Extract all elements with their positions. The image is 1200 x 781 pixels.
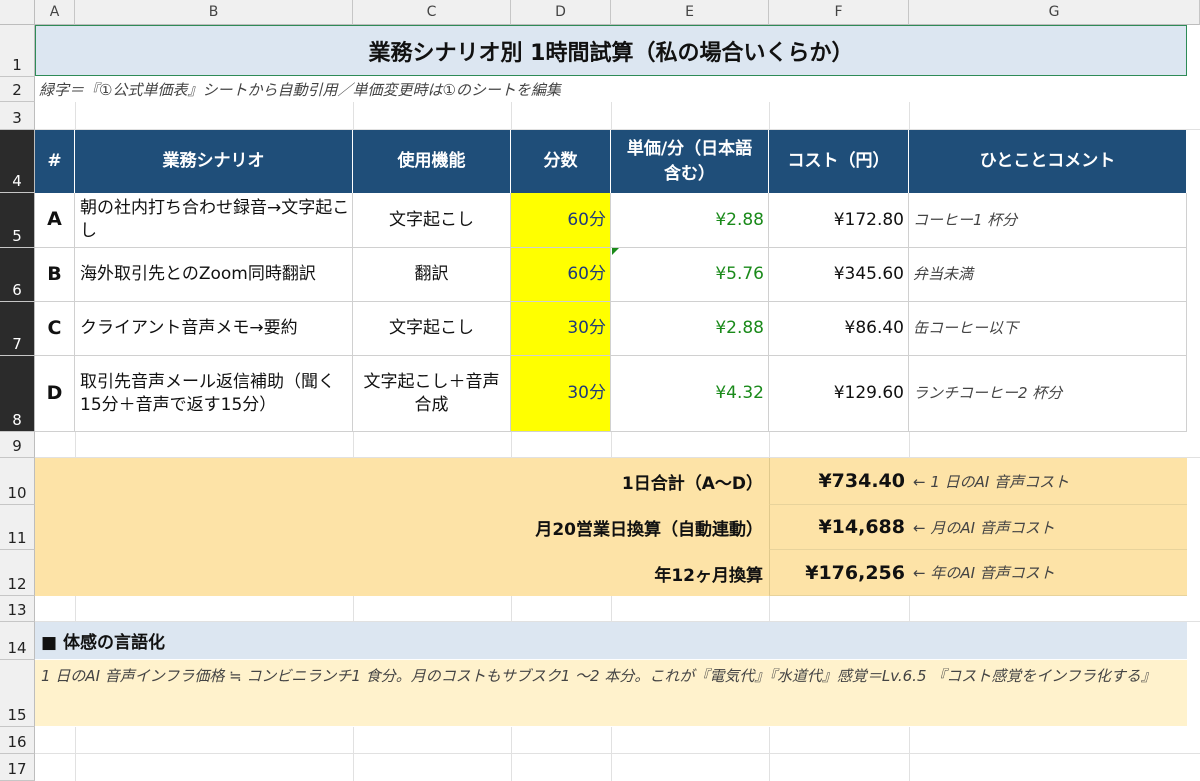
column-header-a[interactable]: A — [35, 0, 75, 25]
row-d-unit-price[interactable]: ¥4.32 — [611, 356, 769, 432]
row-header-15[interactable]: 15 — [0, 660, 35, 727]
row-c-scenario[interactable]: クライアント音声メモ→要約 — [75, 302, 353, 356]
column-header-d[interactable]: D — [511, 0, 611, 25]
row-b-scenario[interactable]: 海外取引先とのZoom同時翻訳 — [75, 248, 353, 302]
row-d-cost[interactable]: ¥129.60 — [769, 356, 909, 432]
summary-daily-label[interactable]: 1日合計（A〜D） — [35, 458, 769, 505]
header-scenario[interactable]: 業務シナリオ — [75, 130, 353, 193]
row-b-cost[interactable]: ¥345.60 — [769, 248, 909, 302]
section-text[interactable]: 1 日のAI 音声インフラ価格 ≒ コンビニランチ1 食分。月のコストもサブスク… — [35, 660, 1187, 726]
row-header-5[interactable]: 5 — [0, 193, 35, 248]
row-b-unit-price[interactable]: ¥5.76 — [611, 248, 769, 302]
row-c-id[interactable]: C — [35, 302, 75, 356]
row-a-id[interactable]: A — [35, 193, 75, 248]
header-feature[interactable]: 使用機能 — [353, 130, 511, 193]
header-unit-price[interactable]: 単価/分（日本語含む） — [611, 130, 769, 193]
column-header-b[interactable]: B — [75, 0, 353, 25]
row-header-13[interactable]: 13 — [0, 596, 35, 622]
formula-indicator-icon — [612, 248, 619, 255]
summary-monthly-note[interactable]: ← 月のAI 音声コスト — [909, 505, 1187, 550]
column-header-f[interactable]: F — [769, 0, 909, 25]
header-cost[interactable]: コスト（円） — [769, 130, 909, 193]
sheet-title[interactable]: 業務シナリオ別 1時間試算（私の場合いくらか） — [35, 25, 1187, 76]
row-header-8[interactable]: 8 — [0, 356, 35, 432]
row-d-scenario[interactable]: 取引先音声メール返信補助（聞く15分＋音声で返す15分） — [75, 356, 353, 432]
row-a-comment[interactable]: コーヒー1 杯分 — [909, 193, 1187, 248]
row-header-2[interactable]: 2 — [0, 77, 35, 102]
row-b-id[interactable]: B — [35, 248, 75, 302]
summary-daily-note[interactable]: ← 1 日のAI 音声コスト — [909, 458, 1187, 505]
row-header-17[interactable]: 17 — [0, 754, 35, 781]
column-header-e[interactable]: E — [611, 0, 769, 25]
row-a-cost[interactable]: ¥172.80 — [769, 193, 909, 248]
row-d-comment[interactable]: ランチコーヒー2 杯分 — [909, 356, 1187, 432]
row-d-feature[interactable]: 文字起こし＋音声合成 — [353, 356, 511, 432]
summary-daily-value[interactable]: ¥734.40 — [769, 458, 909, 505]
row-b-comment[interactable]: 弁当未満 — [909, 248, 1187, 302]
header-num[interactable]: # — [35, 130, 75, 193]
source-note[interactable]: 緑字＝『①公式単価表』シートから自動引用／単価変更時は①のシートを編集 — [35, 77, 1187, 102]
row-header-14[interactable]: 14 — [0, 622, 35, 660]
summary-yearly-label[interactable]: 年12ヶ月換算 — [35, 550, 769, 596]
row-c-comment[interactable]: 缶コーヒー以下 — [909, 302, 1187, 356]
summary-monthly-label[interactable]: 月20営業日換算（自動連動） — [35, 505, 769, 550]
column-header-g[interactable]: G — [909, 0, 1200, 25]
row-a-feature[interactable]: 文字起こし — [353, 193, 511, 248]
row-header-16[interactable]: 16 — [0, 727, 35, 754]
header-comment[interactable]: ひとことコメント — [909, 130, 1187, 193]
summary-monthly-value[interactable]: ¥14,688 — [769, 505, 909, 550]
row-c-feature[interactable]: 文字起こし — [353, 302, 511, 356]
row-c-minutes[interactable]: 30分 — [511, 302, 611, 356]
section-title[interactable]: ■ 体感の言語化 — [35, 622, 1187, 659]
row-a-minutes[interactable]: 60分 — [511, 193, 611, 248]
row-header-3[interactable]: 3 — [0, 102, 35, 130]
header-minutes[interactable]: 分数 — [511, 130, 611, 193]
select-all-corner[interactable] — [0, 0, 35, 25]
row-header-1[interactable]: 1 — [0, 25, 35, 77]
column-header-c[interactable]: C — [353, 0, 511, 25]
row-header-12[interactable]: 12 — [0, 550, 35, 596]
row-header-9[interactable]: 9 — [0, 432, 35, 458]
row-b-minutes[interactable]: 60分 — [511, 248, 611, 302]
row-header-10[interactable]: 10 — [0, 458, 35, 505]
row-a-unit-price[interactable]: ¥2.88 — [611, 193, 769, 248]
row-a-scenario[interactable]: 朝の社内打ち合わせ録音→文字起こし — [75, 193, 353, 248]
row-header-6[interactable]: 6 — [0, 248, 35, 302]
row-d-id[interactable]: D — [35, 356, 75, 432]
row-c-unit-price[interactable]: ¥2.88 — [611, 302, 769, 356]
row-header-11[interactable]: 11 — [0, 505, 35, 550]
row-d-minutes[interactable]: 30分 — [511, 356, 611, 432]
row-b-feature[interactable]: 翻訳 — [353, 248, 511, 302]
row-header-7[interactable]: 7 — [0, 302, 35, 356]
row-c-cost[interactable]: ¥86.40 — [769, 302, 909, 356]
summary-yearly-note[interactable]: ← 年のAI 音声コスト — [909, 550, 1187, 596]
row-header-4[interactable]: 4 — [0, 130, 35, 193]
summary-yearly-value[interactable]: ¥176,256 — [769, 550, 909, 596]
